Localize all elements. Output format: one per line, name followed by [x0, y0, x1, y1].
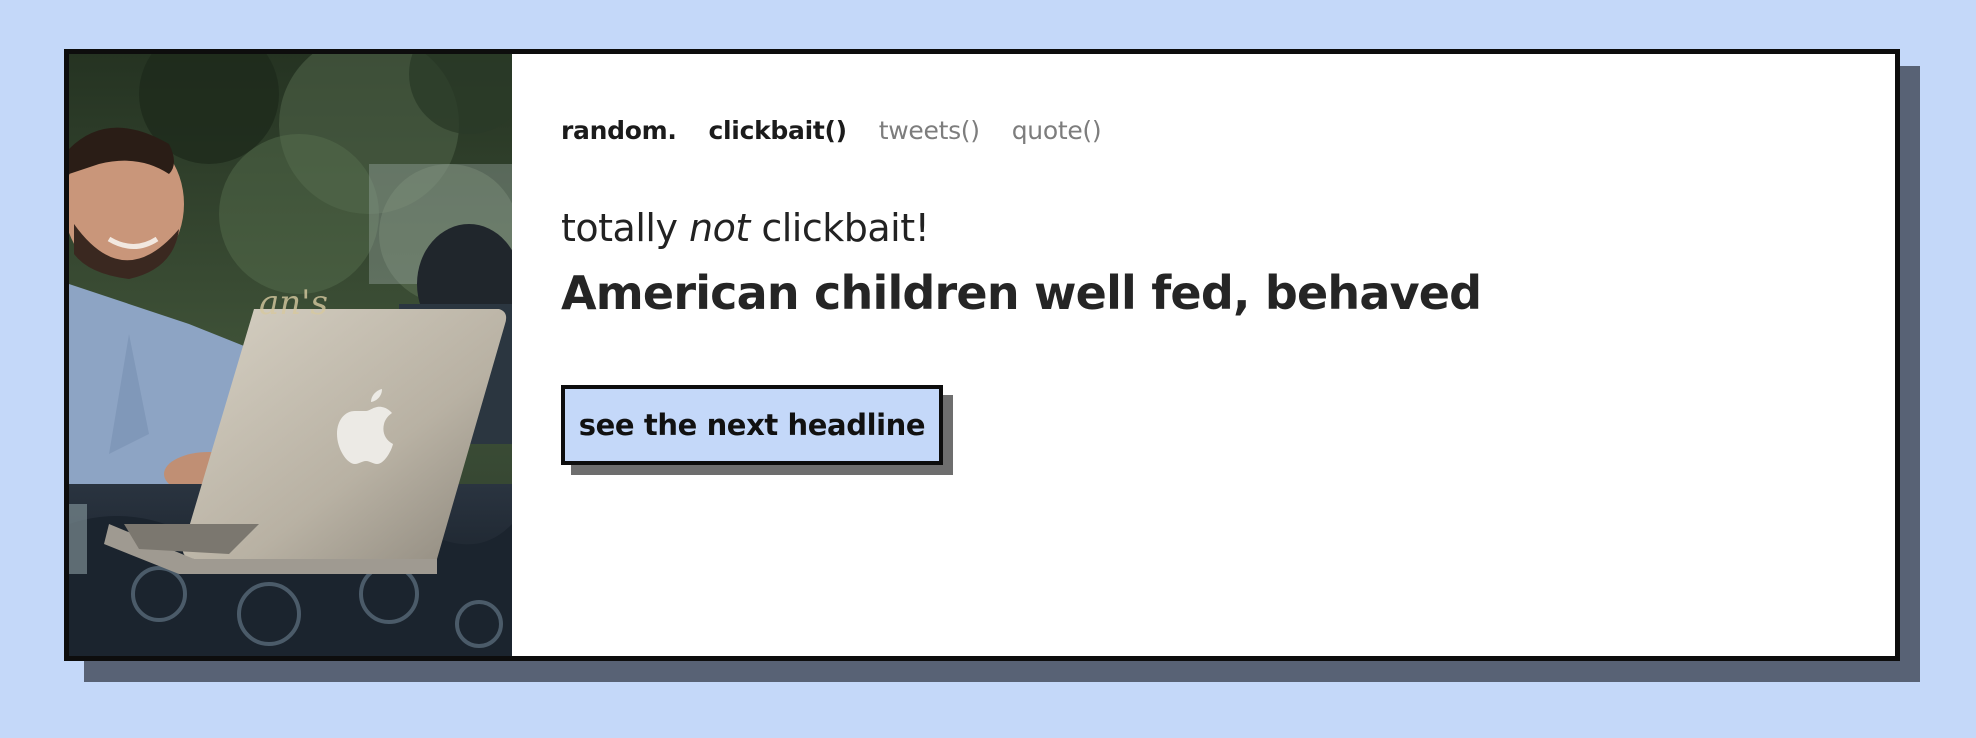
next-button-wrapper: see the next headline: [561, 385, 953, 475]
next-headline-button[interactable]: see the next headline: [561, 385, 943, 465]
tagline-emphasis: not: [689, 206, 750, 250]
top-nav: random. clickbait() tweets() quote(): [561, 116, 1133, 145]
tagline: totally not clickbait!: [561, 206, 930, 250]
headline-card: an's random. clickbait() tweets() quote(…: [64, 49, 1900, 661]
brand-logo[interactable]: random.: [561, 116, 677, 145]
content-area: random. clickbait() tweets() quote() tot…: [512, 54, 1895, 656]
tagline-suffix: clickbait!: [749, 206, 930, 250]
nav-link-quote[interactable]: quote(): [1012, 116, 1102, 145]
nav-link-clickbait[interactable]: clickbait(): [709, 116, 848, 145]
tagline-prefix: totally: [561, 206, 690, 250]
nav-link-tweets[interactable]: tweets(): [879, 116, 980, 145]
headline-text: American children well fed, behaved: [561, 266, 1482, 320]
hero-photo: an's: [69, 54, 512, 656]
svg-text:an's: an's: [259, 283, 328, 323]
